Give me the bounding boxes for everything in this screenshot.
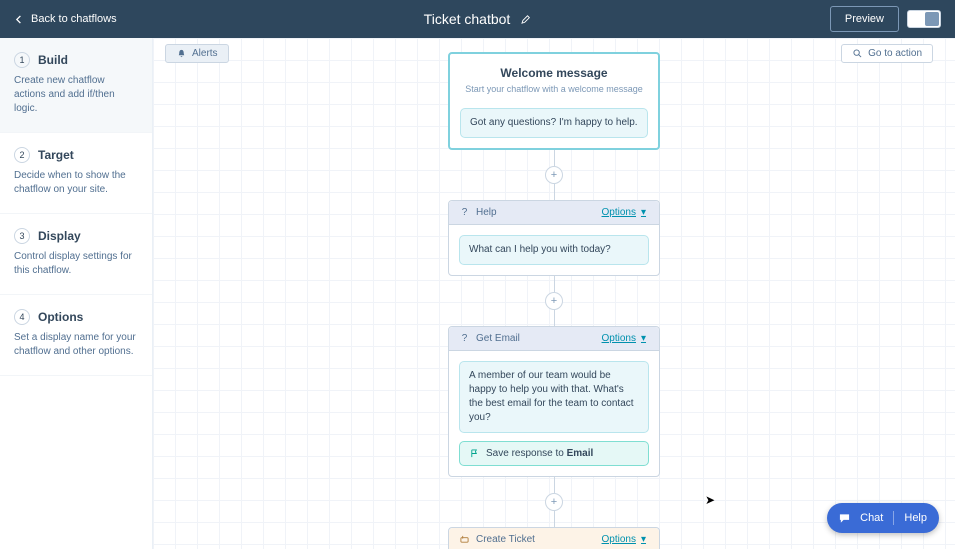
flow-card-create-ticket[interactable]: Create Ticket Options ▾ And lastly, can … [448, 527, 660, 549]
add-action-button[interactable]: + [545, 292, 563, 310]
chat-label: Chat [860, 512, 883, 524]
options-label: Options [602, 207, 636, 218]
step-number: 1 [14, 52, 30, 68]
alerts-button[interactable]: Alerts [165, 44, 229, 63]
card-options-link[interactable]: Options ▾ [602, 333, 649, 344]
step-title: Target [38, 148, 74, 162]
card-label: Get Email [476, 333, 520, 344]
step-desc: Control display settings for this chatfl… [14, 250, 138, 278]
step-desc: Decide when to show the chatflow on your… [14, 169, 138, 197]
back-link[interactable]: Back to chatflows [14, 13, 117, 25]
sidebar-step-build[interactable]: 1 Build Create new chatflow actions and … [0, 38, 152, 133]
main-layout: 1 Build Create new chatflow actions and … [0, 38, 955, 549]
help-message: What can I help you with today? [459, 235, 649, 265]
alerts-label: Alerts [192, 48, 218, 59]
sidebar-step-target[interactable]: 2 Target Decide when to show the chatflo… [0, 133, 152, 214]
pencil-icon[interactable] [520, 14, 531, 25]
flow-card-help[interactable]: ? Help Options ▾ What can I help you wit… [448, 200, 660, 276]
goto-action-button[interactable]: Go to action [841, 44, 933, 63]
chevron-down-icon: ▾ [638, 534, 649, 545]
help-label: Help [904, 512, 927, 524]
step-desc: Set a display name for your chatflow and… [14, 331, 138, 359]
chevron-left-icon [14, 14, 25, 25]
add-action-button[interactable]: + [545, 166, 563, 184]
card-options-link[interactable]: Options ▾ [602, 207, 649, 218]
header-title-wrap: Ticket chatbot [424, 11, 532, 27]
card-label: Help [476, 207, 497, 218]
step-title: Display [38, 229, 81, 243]
goto-label: Go to action [868, 48, 922, 59]
card-label: Create Ticket [476, 534, 535, 545]
publish-toggle[interactable] [907, 10, 941, 28]
search-icon [852, 48, 863, 59]
step-title: Build [38, 53, 68, 67]
card-options-link[interactable]: Options ▾ [602, 534, 649, 545]
flow-canvas[interactable]: Alerts Go to action Welcome message Star… [153, 38, 955, 549]
welcome-message: Got any questions? I'm happy to help. [460, 108, 648, 138]
bell-icon [176, 48, 187, 59]
flow-card-get-email[interactable]: ? Get Email Options ▾ A member of our te… [448, 326, 660, 477]
question-icon: ? [459, 207, 470, 218]
email-message: A member of our team would be happy to h… [459, 361, 649, 433]
step-number: 2 [14, 147, 30, 163]
connector: + [545, 150, 563, 200]
chevron-down-icon: ▾ [638, 333, 649, 344]
connector: + [545, 276, 563, 326]
app-header: Back to chatflows Ticket chatbot Preview [0, 0, 955, 38]
options-label: Options [602, 534, 636, 545]
ticket-icon [459, 534, 470, 545]
save-response-text: Save response to Email [486, 448, 593, 459]
step-number: 3 [14, 228, 30, 244]
chevron-down-icon: ▾ [638, 207, 649, 218]
chat-help-fab[interactable]: Chat Help [827, 503, 939, 533]
page-title: Ticket chatbot [424, 11, 511, 27]
options-label: Options [602, 333, 636, 344]
flag-icon [469, 448, 480, 459]
sidebar: 1 Build Create new chatflow actions and … [0, 38, 153, 549]
add-action-button[interactable]: + [545, 493, 563, 511]
sidebar-step-display[interactable]: 3 Display Control display settings for t… [0, 214, 152, 295]
question-icon: ? [459, 333, 470, 344]
header-actions: Preview [830, 6, 941, 32]
chat-icon [839, 513, 850, 524]
canvas-toolbar: Alerts Go to action [153, 38, 945, 69]
back-label: Back to chatflows [31, 13, 117, 25]
save-response-badge: Save response to Email [459, 441, 649, 466]
connector: + [545, 477, 563, 527]
step-desc: Create new chatflow actions and add if/t… [14, 74, 138, 116]
sidebar-step-options[interactable]: 4 Options Set a display name for your ch… [0, 295, 152, 376]
preview-button[interactable]: Preview [830, 6, 899, 32]
step-number: 4 [14, 309, 30, 325]
step-title: Options [38, 310, 83, 324]
welcome-subtitle: Start your chatflow with a welcome messa… [462, 84, 646, 94]
